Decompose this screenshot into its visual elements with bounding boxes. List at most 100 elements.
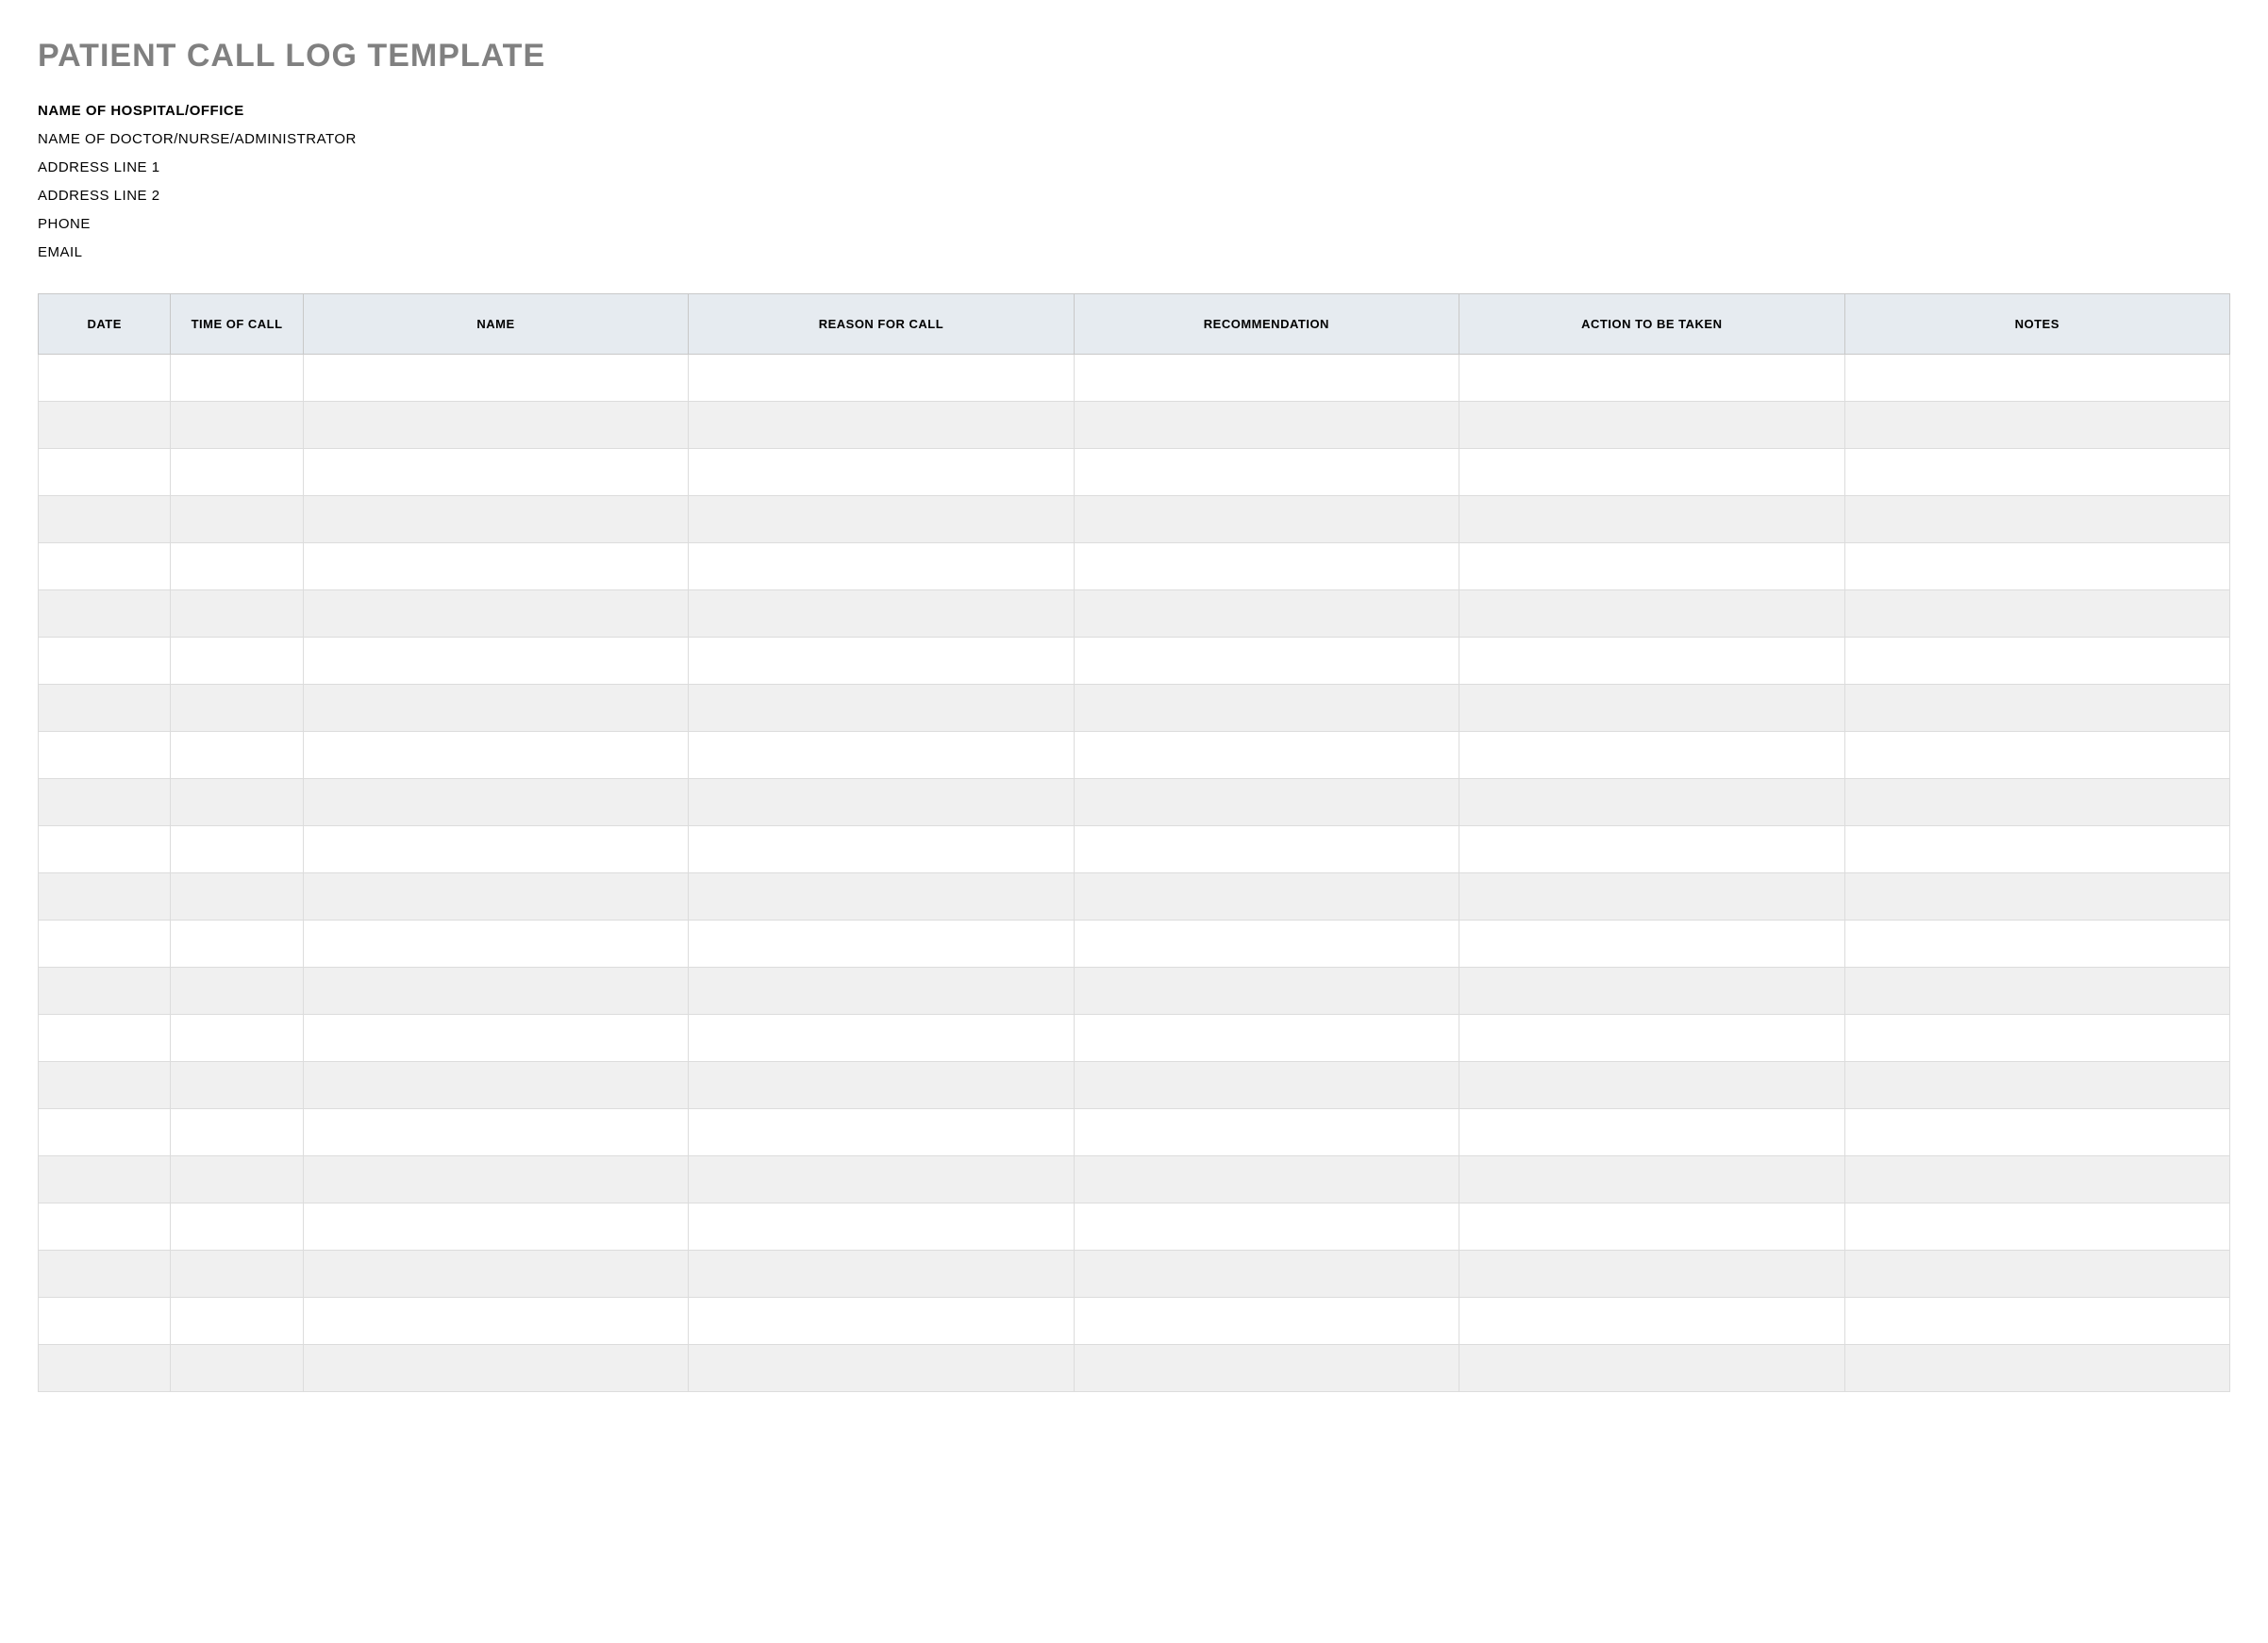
table-cell bbox=[1074, 1015, 1459, 1062]
table-cell bbox=[171, 1298, 303, 1345]
table-cell bbox=[1074, 496, 1459, 543]
table-cell bbox=[303, 685, 688, 732]
table-cell bbox=[39, 1156, 171, 1203]
table-cell bbox=[1844, 779, 2229, 826]
table-cell bbox=[689, 779, 1074, 826]
column-header: NOTES bbox=[1844, 294, 2229, 355]
table-cell bbox=[303, 496, 688, 543]
table-row bbox=[39, 1015, 2230, 1062]
table-cell bbox=[1844, 1015, 2229, 1062]
table-cell bbox=[1459, 921, 1844, 968]
table-row bbox=[39, 638, 2230, 685]
column-header: REASON FOR CALL bbox=[689, 294, 1074, 355]
table-cell bbox=[689, 638, 1074, 685]
table-cell bbox=[171, 638, 303, 685]
table-cell bbox=[1459, 355, 1844, 402]
table-cell bbox=[1459, 638, 1844, 685]
table-cell bbox=[1074, 1298, 1459, 1345]
table-cell bbox=[1459, 873, 1844, 921]
table-cell bbox=[1844, 496, 2229, 543]
table-row bbox=[39, 1203, 2230, 1251]
table-cell bbox=[39, 921, 171, 968]
table-cell bbox=[1074, 685, 1459, 732]
table-cell bbox=[1844, 732, 2229, 779]
table-cell bbox=[689, 402, 1074, 449]
table-cell bbox=[171, 1015, 303, 1062]
table-cell bbox=[1459, 1062, 1844, 1109]
table-cell bbox=[39, 1015, 171, 1062]
table-cell bbox=[171, 1251, 303, 1298]
table-cell bbox=[1459, 496, 1844, 543]
table-cell bbox=[171, 496, 303, 543]
table-row bbox=[39, 685, 2230, 732]
table-cell bbox=[39, 1298, 171, 1345]
table-cell bbox=[39, 1251, 171, 1298]
table-row bbox=[39, 1251, 2230, 1298]
table-cell bbox=[39, 638, 171, 685]
table-cell bbox=[39, 685, 171, 732]
table-row bbox=[39, 921, 2230, 968]
table-cell bbox=[1459, 732, 1844, 779]
column-header: DATE bbox=[39, 294, 171, 355]
table-cell bbox=[1844, 1109, 2229, 1156]
table-cell bbox=[1074, 1156, 1459, 1203]
table-cell bbox=[39, 779, 171, 826]
table-cell bbox=[171, 779, 303, 826]
table-row bbox=[39, 496, 2230, 543]
table-cell bbox=[1074, 590, 1459, 638]
table-cell bbox=[1844, 1203, 2229, 1251]
table-cell bbox=[1459, 1156, 1844, 1203]
table-cell bbox=[303, 826, 688, 873]
call-log-table: DATETIME OF CALLNAMEREASON FOR CALLRECOM… bbox=[38, 293, 2230, 1392]
table-cell bbox=[689, 685, 1074, 732]
table-cell bbox=[303, 1156, 688, 1203]
table-cell bbox=[1074, 732, 1459, 779]
table-cell bbox=[1074, 1062, 1459, 1109]
table-cell bbox=[1074, 779, 1459, 826]
table-cell bbox=[1074, 638, 1459, 685]
table-cell bbox=[303, 590, 688, 638]
table-cell bbox=[1459, 779, 1844, 826]
table-cell bbox=[689, 355, 1074, 402]
table-cell bbox=[303, 638, 688, 685]
table-cell bbox=[1844, 638, 2229, 685]
table-cell bbox=[1844, 543, 2229, 590]
table-cell bbox=[1459, 1109, 1844, 1156]
table-cell bbox=[1074, 402, 1459, 449]
column-header: ACTION TO BE TAKEN bbox=[1459, 294, 1844, 355]
table-cell bbox=[1844, 449, 2229, 496]
table-cell bbox=[1459, 1203, 1844, 1251]
table-cell bbox=[39, 826, 171, 873]
table-cell bbox=[1844, 1298, 2229, 1345]
table-cell bbox=[303, 355, 688, 402]
table-row bbox=[39, 1298, 2230, 1345]
table-cell bbox=[171, 355, 303, 402]
table-cell bbox=[1459, 826, 1844, 873]
table-row bbox=[39, 1062, 2230, 1109]
table-cell bbox=[689, 1156, 1074, 1203]
table-row bbox=[39, 543, 2230, 590]
table-cell bbox=[303, 1251, 688, 1298]
table-cell bbox=[689, 732, 1074, 779]
table-cell bbox=[689, 496, 1074, 543]
table-cell bbox=[171, 1062, 303, 1109]
table-cell bbox=[689, 921, 1074, 968]
table-cell bbox=[689, 590, 1074, 638]
table-cell bbox=[1844, 590, 2229, 638]
info-address2: ADDRESS LINE 2 bbox=[38, 182, 2230, 210]
table-cell bbox=[303, 732, 688, 779]
table-cell bbox=[689, 1109, 1074, 1156]
table-row bbox=[39, 1156, 2230, 1203]
table-cell bbox=[1844, 402, 2229, 449]
table-cell bbox=[39, 732, 171, 779]
table-row bbox=[39, 826, 2230, 873]
info-address1: ADDRESS LINE 1 bbox=[38, 154, 2230, 182]
table-cell bbox=[303, 1203, 688, 1251]
table-cell bbox=[39, 355, 171, 402]
info-doctor: NAME OF DOCTOR/NURSE/ADMINISTRATOR bbox=[38, 125, 2230, 154]
table-cell bbox=[303, 449, 688, 496]
table-row bbox=[39, 1109, 2230, 1156]
table-cell bbox=[1459, 1251, 1844, 1298]
table-cell bbox=[1074, 826, 1459, 873]
table-cell bbox=[1844, 685, 2229, 732]
